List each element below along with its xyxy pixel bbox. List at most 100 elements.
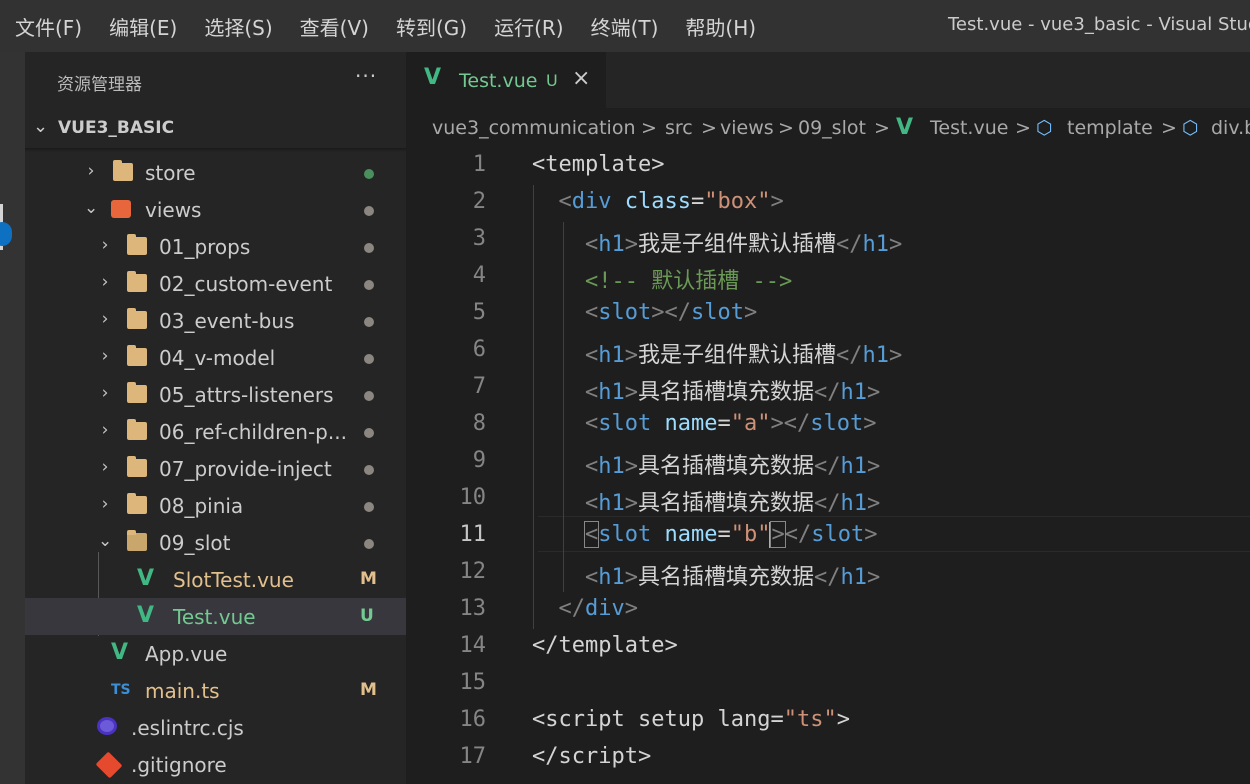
breadcrumb-item[interactable]: vue3_communication [432,117,636,139]
chevron-right-icon: › [101,346,109,366]
tree-item-folder[interactable]: › 07_provide-inject [25,450,406,487]
status-dot [364,354,374,364]
breadcrumb-item[interactable]: template [1067,117,1153,139]
tab-test-vue[interactable]: V Test.vue U × [406,52,606,108]
tree-item-store[interactable]: › store [25,154,406,191]
tree-item-label: 04_v-model [159,346,276,370]
line-number: 13 [459,596,487,621]
tree-item-folder[interactable]: › 01_props [25,228,406,265]
tab-bar: V Test.vue U × [406,52,1250,108]
vue-file-icon: V [896,115,914,140]
tree-item-folder[interactable]: › 04_v-model [25,339,406,376]
token: slot [598,411,652,436]
tree-item-label: Test.vue [173,605,256,629]
status-dot [364,243,374,253]
vue-file-icon: V [137,603,155,628]
tree-item-folder[interactable]: › 03_event-bus [25,302,406,339]
menu-help[interactable]: 帮助(H) [670,12,756,41]
line-number: 17 [459,744,487,769]
line-number: 11 [459,522,487,547]
tree-item-views[interactable]: ⌄ views [25,191,406,228]
breadcrumb-separator: > [874,117,890,139]
token: name [664,411,718,436]
status-modified: M [360,569,377,589]
menu-bar: 文件(F) 编辑(E) 选择(S) 查看(V) 转到(G) 运行(R) 终端(T… [0,0,768,52]
breadcrumb-item[interactable]: views [720,117,774,139]
line-number: 8 [472,411,486,436]
code-line: 1 <template> [406,148,1250,185]
code-editor[interactable]: 1 <template> 2 <div class="box"> 3 <h1>我… [406,148,1250,784]
breadcrumb-separator: > [778,117,794,139]
token: script [558,744,638,769]
scroll-shadow [25,148,406,152]
chevron-right-icon: › [101,272,109,292]
token: div [571,189,612,214]
vue-file-icon: V [424,65,442,90]
code-line: 17 </script> [406,740,1250,777]
tree-item-folder[interactable]: › 05_attrs-listeners [25,376,406,413]
token: " [757,522,771,547]
token: "b [730,522,758,547]
tree-item-label: 02_custom-event [159,272,333,296]
tree-item-folder[interactable]: › 08_pinia [25,487,406,524]
breadcrumb-item[interactable]: 09_slot [798,117,866,139]
breadcrumb-item[interactable]: src [665,117,693,139]
token: h1 [598,380,625,405]
workspace-root-label: VUE3_BASIC [58,118,175,138]
token: slot [598,522,652,547]
tree-item-label: 05_attrs-listeners [159,383,334,407]
explorer-sidebar: 资源管理器 ··· ⌄ VUE3_BASIC › store ⌄ views ›… [25,52,406,784]
tree-item-folder[interactable]: › 06_ref-children-p... [25,413,406,450]
chevron-right-icon: › [101,235,109,255]
menu-run[interactable]: 运行(R) [479,12,564,41]
menu-file[interactable]: 文件(F) [0,12,82,41]
token: h1 [598,565,625,590]
tree-item-main-ts[interactable]: TS main.ts M [25,672,406,709]
breadcrumb-item[interactable]: Test.vue [930,117,1008,139]
breadcrumb-item[interactable]: div.b [1211,117,1250,139]
tree-item-label: .gitignore [131,753,227,777]
token: h1 [862,232,890,257]
line-number: 10 [459,485,487,510]
menu-go[interactable]: 转到(G) [381,12,467,41]
status-dot [364,502,374,512]
folder-icon [127,271,147,292]
token: lang [717,707,771,732]
window-title: Test.vue - vue3_basic - Visual Studio [948,14,1250,35]
tree-item-09-slot[interactable]: ⌄ 09_slot [25,524,406,561]
folder-icon [127,382,147,403]
breadcrumb-separator: > [1161,117,1177,139]
symbol-element-icon: ⬡ [1036,117,1053,139]
tree-item-app-vue[interactable]: V App.vue [25,635,406,672]
tree-item-eslintrc[interactable]: .eslintrc.cjs [25,709,406,746]
menu-view[interactable]: 查看(V) [285,12,369,41]
token: slot [598,300,652,325]
status-dot [364,391,374,401]
status-untracked: U [360,606,374,626]
tree-item-folder[interactable]: › 02_custom-event [25,265,406,302]
token: <!-- 默认插槽 --> [584,269,793,294]
token: h1 [862,343,890,368]
tree-item-slottest-vue[interactable]: V SlotTest.vue M [25,561,406,598]
menu-terminal[interactable]: 终端(T) [576,12,659,41]
close-icon[interactable]: × [572,66,590,91]
tree-item-test-vue[interactable]: V Test.vue U [25,598,406,635]
line-number: 5 [472,300,486,325]
tree-item-label: 03_event-bus [159,309,295,333]
token: slot [810,411,864,436]
git-icon [95,751,123,779]
code-line: 4 <!-- 默认插槽 --> [406,259,1250,296]
tree-item-label: App.vue [145,642,228,666]
status-modified: M [360,680,377,700]
typescript-file-icon: TS [111,682,131,698]
menu-selection[interactable]: 选择(S) [189,12,272,41]
vue-file-icon: V [111,640,129,665]
menu-edit[interactable]: 编辑(E) [94,12,177,41]
tree-item-gitignore[interactable]: .gitignore [25,746,406,783]
tree-item-label: 01_props [159,235,251,259]
line-number: 9 [472,448,486,473]
workspace-root[interactable]: ⌄ VUE3_BASIC [25,110,406,148]
breadcrumb-separator: > [641,117,657,139]
more-actions-icon[interactable]: ··· [355,64,377,88]
code-line: 6 <h1>我是子组件默认插槽</h1> [406,333,1250,370]
